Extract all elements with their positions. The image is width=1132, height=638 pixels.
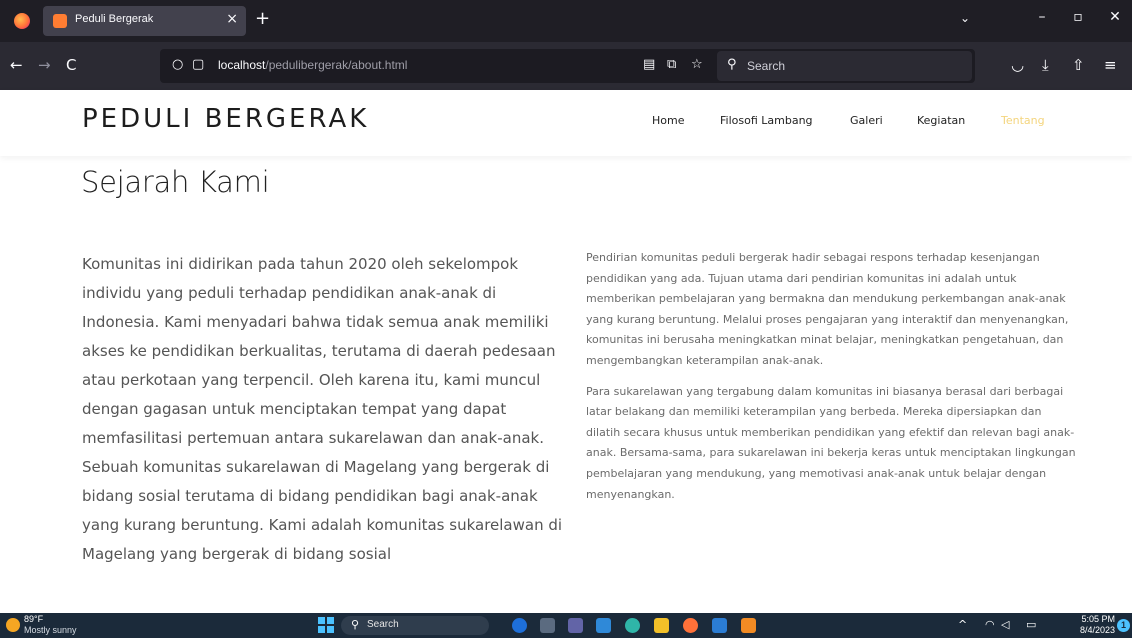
- teams-chat-icon[interactable]: [568, 618, 583, 633]
- mail-app-icon[interactable]: [596, 618, 611, 633]
- volume-icon[interactable]: ◁: [1001, 618, 1009, 631]
- forward-arrow-icon[interactable]: →: [38, 55, 51, 75]
- page-info-icon[interactable]: ▢: [192, 57, 204, 72]
- tab-list-icon[interactable]: ⌄: [960, 11, 970, 25]
- file-explorer-icon[interactable]: [654, 618, 669, 633]
- weather-temperature[interactable]: 89°F: [24, 614, 43, 625]
- weather-description[interactable]: Mostly sunny: [24, 625, 77, 636]
- tab-title: Peduli Bergerak: [75, 13, 154, 25]
- restore-icon[interactable]: ▫: [1063, 9, 1093, 25]
- pocket-icon[interactable]: ◡: [1011, 55, 1024, 75]
- history-paragraph-right-1: Pendirian komunitas peduli bergerak hadi…: [586, 251, 1069, 367]
- browser-tab[interactable]: Peduli Bergerak ×: [43, 6, 246, 36]
- history-column-right: Pendirian komunitas peduli bergerak hadi…: [586, 248, 1076, 515]
- task-view-icon[interactable]: [540, 618, 555, 633]
- browser-search-box[interactable]: ⚲ Search: [717, 51, 972, 81]
- tab-favicon-icon: [53, 14, 67, 28]
- battery-icon[interactable]: ▭: [1026, 618, 1036, 631]
- new-tab-button[interactable]: +: [255, 8, 270, 30]
- app-menu-icon[interactable]: ≡: [1104, 55, 1117, 75]
- nav-item-filosofi-lambang[interactable]: Filosofi Lambang: [720, 114, 813, 127]
- wifi-icon[interactable]: ◠: [985, 618, 995, 631]
- close-window-icon[interactable]: ✕: [1100, 9, 1130, 25]
- copilot-app-icon[interactable]: [512, 618, 527, 633]
- search-icon: ⚲: [727, 57, 737, 72]
- windows-start-icon[interactable]: [318, 617, 334, 633]
- url-text[interactable]: localhost/pedulibergerak/about.html: [218, 58, 407, 72]
- reader-view-icon[interactable]: ▤: [643, 57, 655, 72]
- minimize-icon[interactable]: –: [1027, 9, 1057, 25]
- firefox-logo-icon: [14, 13, 30, 29]
- weather-sun-icon[interactable]: [6, 618, 20, 632]
- reload-icon[interactable]: C: [66, 55, 76, 75]
- tray-overflow-icon[interactable]: ^: [958, 618, 967, 631]
- url-bar[interactable]: ○ ▢ localhost/pedulibergerak/about.html …: [160, 49, 975, 83]
- page-title: Sejarah Kami: [81, 165, 270, 199]
- browser-tab-bar: Peduli Bergerak × + ⌄ – ▫ ✕: [0, 0, 1132, 42]
- download-icon[interactable]: ⤓: [1042, 55, 1049, 75]
- clock-time[interactable]: 5:05 PM: [1077, 614, 1115, 625]
- nav-item-tentang[interactable]: Tentang: [1001, 114, 1045, 127]
- nav-item-home[interactable]: Home: [652, 114, 684, 127]
- taskbar-search-label: Search: [367, 619, 399, 630]
- notification-badge[interactable]: 1: [1117, 619, 1130, 632]
- site-nav: Home Filosofi Lambang Galeri Kegiatan Te…: [0, 114, 1132, 134]
- clock-date[interactable]: 8/4/2023: [1072, 625, 1115, 636]
- xampp-app-icon[interactable]: [741, 618, 756, 633]
- nav-item-galeri[interactable]: Galeri: [850, 114, 883, 127]
- back-arrow-icon[interactable]: ←: [10, 55, 23, 75]
- url-host: localhost: [218, 58, 266, 72]
- extensions-icon[interactable]: ⇧: [1072, 55, 1085, 75]
- history-paragraph-right-2: Para sukarelawan yang tergabung dalam ko…: [586, 384, 1076, 501]
- word-app-icon[interactable]: [712, 618, 727, 633]
- taskbar-search-icon: ⚲: [351, 618, 360, 631]
- taskbar-search[interactable]: ⚲ Search: [341, 616, 489, 635]
- history-paragraph-left: Komunitas ini didirikan pada tahun 2020 …: [82, 255, 563, 563]
- site-header: PEDULI BERGERAK Home Filosofi Lambang Ga…: [0, 90, 1132, 156]
- tracking-shield-icon[interactable]: ○: [172, 57, 183, 72]
- search-placeholder: Search: [747, 59, 786, 73]
- nav-item-kegiatan[interactable]: Kegiatan: [917, 114, 965, 127]
- firefox-taskbar-icon[interactable]: [683, 618, 698, 633]
- browser-nav-bar: ← → C ○ ▢ localhost/pedulibergerak/about…: [0, 42, 1132, 90]
- bookmark-star-icon[interactable]: ☆: [691, 57, 703, 72]
- edge-browser-icon[interactable]: [625, 618, 640, 633]
- translate-icon[interactable]: ⧉: [667, 57, 676, 72]
- url-path: /pedulibergerak/about.html: [265, 58, 408, 72]
- tab-close-icon[interactable]: ×: [226, 11, 238, 27]
- windows-taskbar: 89°F Mostly sunny ⚲ Search ^ ◠ ◁ ▭ 5:05 …: [0, 613, 1132, 638]
